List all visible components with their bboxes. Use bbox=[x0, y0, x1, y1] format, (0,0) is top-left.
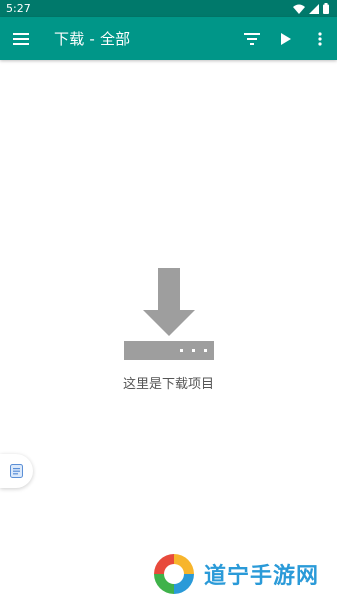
watermark: 道宁手游网 bbox=[150, 550, 319, 598]
floating-note-button[interactable] bbox=[0, 454, 33, 488]
page-title: 下载 - 全部 bbox=[54, 30, 131, 48]
play-icon bbox=[281, 32, 291, 45]
status-icons bbox=[293, 3, 329, 14]
status-time: 5:27 bbox=[6, 2, 31, 15]
watermark-text: 道宁手游网 bbox=[204, 564, 320, 589]
filter-icon bbox=[244, 32, 260, 45]
menu-button[interactable] bbox=[0, 17, 42, 60]
more-vert-icon bbox=[318, 31, 322, 46]
empty-message: 这里是下载项目 bbox=[122, 377, 214, 392]
battery-icon bbox=[323, 3, 329, 14]
app-bar: 下载 - 全部 bbox=[0, 17, 337, 60]
signal-icon bbox=[309, 3, 319, 14]
filter-button[interactable] bbox=[235, 17, 269, 60]
play-button[interactable] bbox=[269, 17, 303, 60]
menu-icon bbox=[13, 32, 29, 45]
download-icon bbox=[123, 268, 214, 360]
status-bar: 5:27 bbox=[0, 0, 337, 17]
empty-state: 这里是下载项目 bbox=[0, 268, 337, 392]
note-icon bbox=[10, 464, 23, 478]
swirl-logo-icon bbox=[152, 552, 196, 596]
more-options-button[interactable] bbox=[303, 17, 337, 60]
wifi-icon bbox=[293, 4, 305, 14]
